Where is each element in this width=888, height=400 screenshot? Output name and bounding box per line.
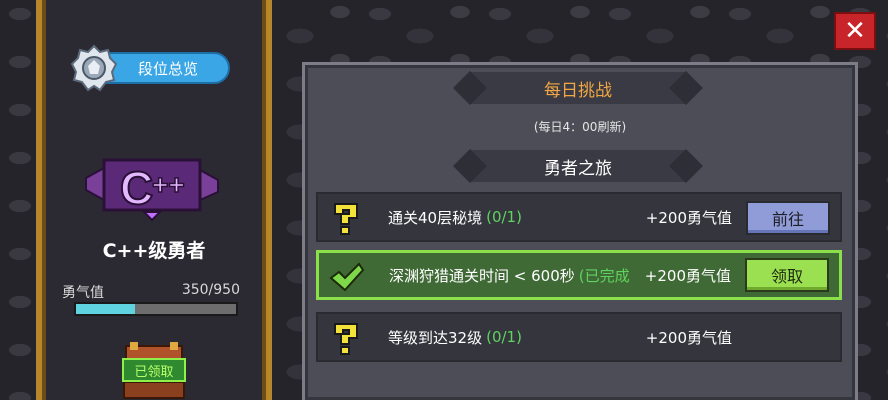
courage-label: 勇气值: [62, 285, 104, 301]
close-button[interactable]: ✕: [834, 12, 876, 50]
chest-claimed-label: 已领取: [122, 358, 186, 382]
reward-chest[interactable]: 已领取: [118, 342, 190, 400]
task-progress: (0/1): [486, 328, 522, 346]
task-row: 等级到达32级 (0/1) +200勇气值: [316, 312, 842, 362]
task-reward: +200勇气值: [645, 208, 732, 227]
checkmark-icon: [329, 259, 365, 295]
task-title: 等级到达32级: [388, 328, 483, 347]
question-mark-icon: [328, 320, 364, 356]
task-progress: (0/1): [486, 208, 522, 226]
task-reward: +200勇气值: [645, 328, 732, 347]
rank-medal-icon: [70, 44, 118, 92]
task-title: 深渊狩猎通关时间 < 600秒: [389, 266, 575, 285]
task-row: 深渊狩猎通关时间 < 600秒 (已完成 +200勇气值 领取: [316, 250, 842, 300]
task-progress: (已完成: [578, 266, 630, 285]
claim-button[interactable]: 领取: [745, 258, 829, 292]
rank-name: C++级勇者: [102, 240, 206, 262]
daily-challenge-title: 每日挑战: [470, 72, 686, 104]
question-mark-icon: [328, 200, 364, 236]
svg-text:++: ++: [152, 169, 185, 200]
task-reward: +200勇气值: [644, 266, 731, 285]
section-title: 勇者之旅: [470, 150, 686, 182]
rank-overview-button[interactable]: 段位总览: [70, 44, 230, 92]
courage-progress-bar: [74, 302, 238, 316]
task-row: 通关40层秘境 (0/1) +200勇气值 前往: [316, 192, 842, 242]
svg-text:C: C: [120, 162, 153, 214]
go-button[interactable]: 前往: [746, 201, 830, 235]
rank-emblem-icon: C ++: [85, 158, 219, 222]
refresh-note: (每日4：00刷新): [533, 120, 627, 134]
task-title: 通关40层秘境: [388, 208, 483, 227]
courage-value: 350/950: [181, 282, 240, 298]
courage-progress-fill: [76, 304, 135, 314]
close-icon: ✕: [844, 16, 866, 46]
